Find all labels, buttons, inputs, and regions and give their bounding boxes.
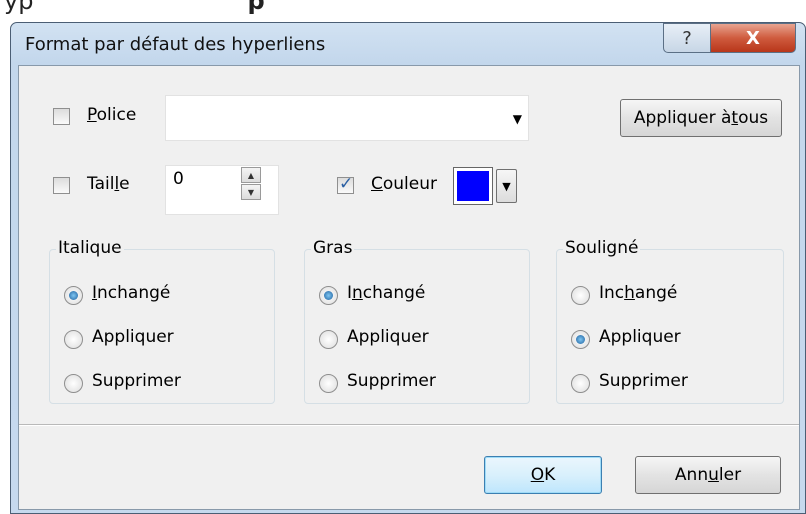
size-checkbox[interactable]: [53, 177, 70, 194]
close-button[interactable]: X: [710, 23, 796, 53]
arrow-down-icon: ▼: [247, 187, 255, 197]
font-label: Police: [87, 105, 137, 125]
font-checkbox[interactable]: [53, 108, 70, 125]
bold-unchanged-radio[interactable]: [319, 286, 338, 305]
color-checkbox[interactable]: ✓: [337, 174, 354, 194]
background-window-text: yp p: [4, 0, 265, 15]
chevron-down-icon: ▼: [512, 112, 522, 126]
radio-selected-dot: [324, 291, 333, 300]
spin-down-button[interactable]: ▼: [241, 184, 261, 200]
dialog-title: Format par défaut des hyperliens: [25, 34, 326, 55]
underline-remove-radio[interactable]: [571, 374, 590, 393]
color-swatch[interactable]: [453, 167, 493, 205]
underline-apply-radio[interactable]: [571, 330, 590, 349]
italic-group-title: Italique: [56, 238, 124, 258]
apply-all-button[interactable]: Appliquer à t ous: [620, 99, 782, 137]
color-swatch-fill: [457, 171, 489, 201]
font-select[interactable]: ▼: [165, 95, 529, 141]
italic-unchanged-radio[interactable]: [64, 286, 83, 305]
dialog-window: Format par défaut des hyperliens ? X Pol…: [10, 22, 806, 514]
arrow-up-icon: ▲: [247, 170, 255, 180]
bold-unchanged-label: Inchangé: [347, 283, 426, 303]
dialog-client-area: Police ▼ Appliquer à t ous Taille 0 ▲ ▼ ✓…: [18, 65, 800, 510]
size-value: 0: [173, 169, 184, 189]
color-label: Couleur: [371, 174, 437, 194]
underline-apply-label: Appliquer: [599, 327, 681, 347]
checkmark-icon: ✓: [339, 174, 354, 194]
ok-button[interactable]: OK: [484, 456, 602, 494]
radio-selected-dot: [69, 291, 78, 300]
separator: [19, 424, 799, 426]
size-input[interactable]: 0 ▲ ▼: [165, 165, 279, 215]
italic-apply-radio[interactable]: [64, 330, 83, 349]
color-dropdown-button[interactable]: ▼: [496, 169, 517, 203]
bold-group-title: Gras: [311, 238, 355, 258]
underline-remove-label: Supprimer: [599, 371, 688, 391]
bold-apply-label: Appliquer: [347, 327, 429, 347]
radio-selected-dot: [576, 335, 585, 344]
italic-apply-label: Appliquer: [92, 327, 174, 347]
italic-unchanged-label: Inchangé: [92, 283, 171, 303]
bold-apply-radio[interactable]: [319, 330, 338, 349]
size-label: Taille: [87, 174, 130, 194]
cancel-button[interactable]: Ann u ler: [635, 456, 781, 494]
bold-remove-radio[interactable]: [319, 374, 338, 393]
underline-unchanged-label: Inchangé: [599, 283, 678, 303]
italic-group: Italique Inchangé Appliquer Supprimer: [49, 238, 275, 404]
italic-remove-radio[interactable]: [64, 374, 83, 393]
underline-unchanged-radio[interactable]: [571, 286, 590, 305]
underline-group-title: Souligné: [563, 238, 641, 258]
italic-remove-label: Supprimer: [92, 371, 181, 391]
spin-up-button[interactable]: ▲: [241, 167, 261, 183]
bold-remove-label: Supprimer: [347, 371, 436, 391]
help-icon: ?: [682, 27, 692, 49]
underline-group: Souligné Inchangé Appliquer Supprimer: [556, 238, 784, 404]
bold-group: Gras Inchangé Appliquer Supprimer: [304, 238, 530, 404]
chevron-down-icon: ▼: [502, 179, 511, 193]
close-icon: X: [746, 27, 760, 49]
help-button[interactable]: ?: [663, 23, 711, 53]
